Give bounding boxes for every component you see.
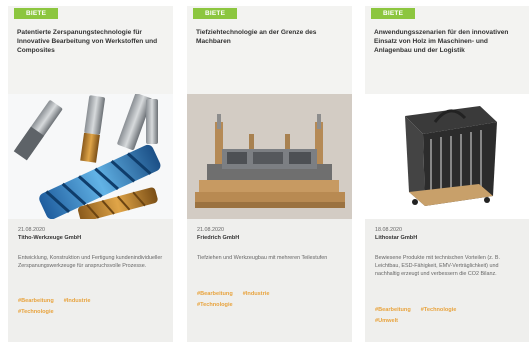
card-tags: #Bearbeitung #Industrie #Technologie <box>197 289 347 311</box>
tag-link[interactable]: #Industrie <box>64 296 91 307</box>
tag-link[interactable]: #Bearbeitung <box>18 296 54 307</box>
card-title[interactable]: Anwendungsszenarien für den innovativen … <box>374 28 524 55</box>
tag-link[interactable]: #Technologie <box>18 307 54 318</box>
wooden-rack-image[interactable] <box>365 94 529 219</box>
deep-drawing-tool-illustration <box>187 94 352 219</box>
card-description: Bewiesene Produkte mit technischen Vorte… <box>375 255 500 277</box>
drill-tools-image[interactable] <box>8 94 173 219</box>
card-description: Entwicklung, Konstruktion und Fertigung … <box>18 255 163 269</box>
wooden-rack-illustration <box>365 94 529 219</box>
card-tags: #Bearbeitung #Industrie #Technologie <box>18 296 168 318</box>
card-date: 18.08.2020 <box>375 227 402 233</box>
offer-card-2[interactable]: BIETE Tiefziehtechnologie an der Grenze … <box>187 6 352 342</box>
tag-link[interactable]: #Bearbeitung <box>375 305 411 316</box>
tag-link[interactable]: #Technologie <box>421 305 457 316</box>
card-info: 21.08.2020 Titho-Werkzeuge GmbH Entwickl… <box>8 219 173 342</box>
card-company[interactable]: Titho-Werkzeuge GmbH <box>18 235 81 241</box>
tag-link[interactable]: #Bearbeitung <box>197 289 233 300</box>
card-title[interactable]: Patentierte Zerspanungstechnologie für I… <box>17 28 167 55</box>
offer-badge: BIETE <box>14 8 59 19</box>
card-title[interactable]: Tiefziehtechnologie an der Grenze des Ma… <box>196 28 346 46</box>
card-company[interactable]: Friedrich GmbH <box>197 235 239 241</box>
card-date: 21.08.2020 <box>197 227 224 233</box>
card-tags: #Bearbeitung #Technologie #Umwelt <box>375 305 525 327</box>
card-company[interactable]: Lithostar GmbH <box>375 235 417 241</box>
card-info: 18.08.2020 Lithostar GmbH Bewiesene Prod… <box>365 219 529 342</box>
tag-link[interactable]: #Umwelt <box>375 316 398 327</box>
drill-tools-illustration <box>8 94 173 219</box>
card-date: 21.08.2020 <box>18 227 45 233</box>
deep-drawing-tool-image[interactable] <box>187 94 352 219</box>
card-description: Tiefziehen und Werkzeugbau mit mehreren … <box>197 255 328 261</box>
offer-badge: BIETE <box>371 8 416 19</box>
offer-card-1[interactable]: BIETE Patentierte Zerspanungstechnologie… <box>8 6 173 342</box>
tag-link[interactable]: #Industrie <box>243 289 270 300</box>
offer-card-3[interactable]: BIETE Anwendungsszenarien für den innova… <box>365 6 529 342</box>
tag-link[interactable]: #Technologie <box>197 300 233 311</box>
offer-badge: BIETE <box>193 8 238 19</box>
card-info: 21.08.2020 Friedrich GmbH Tiefziehen und… <box>187 219 352 342</box>
